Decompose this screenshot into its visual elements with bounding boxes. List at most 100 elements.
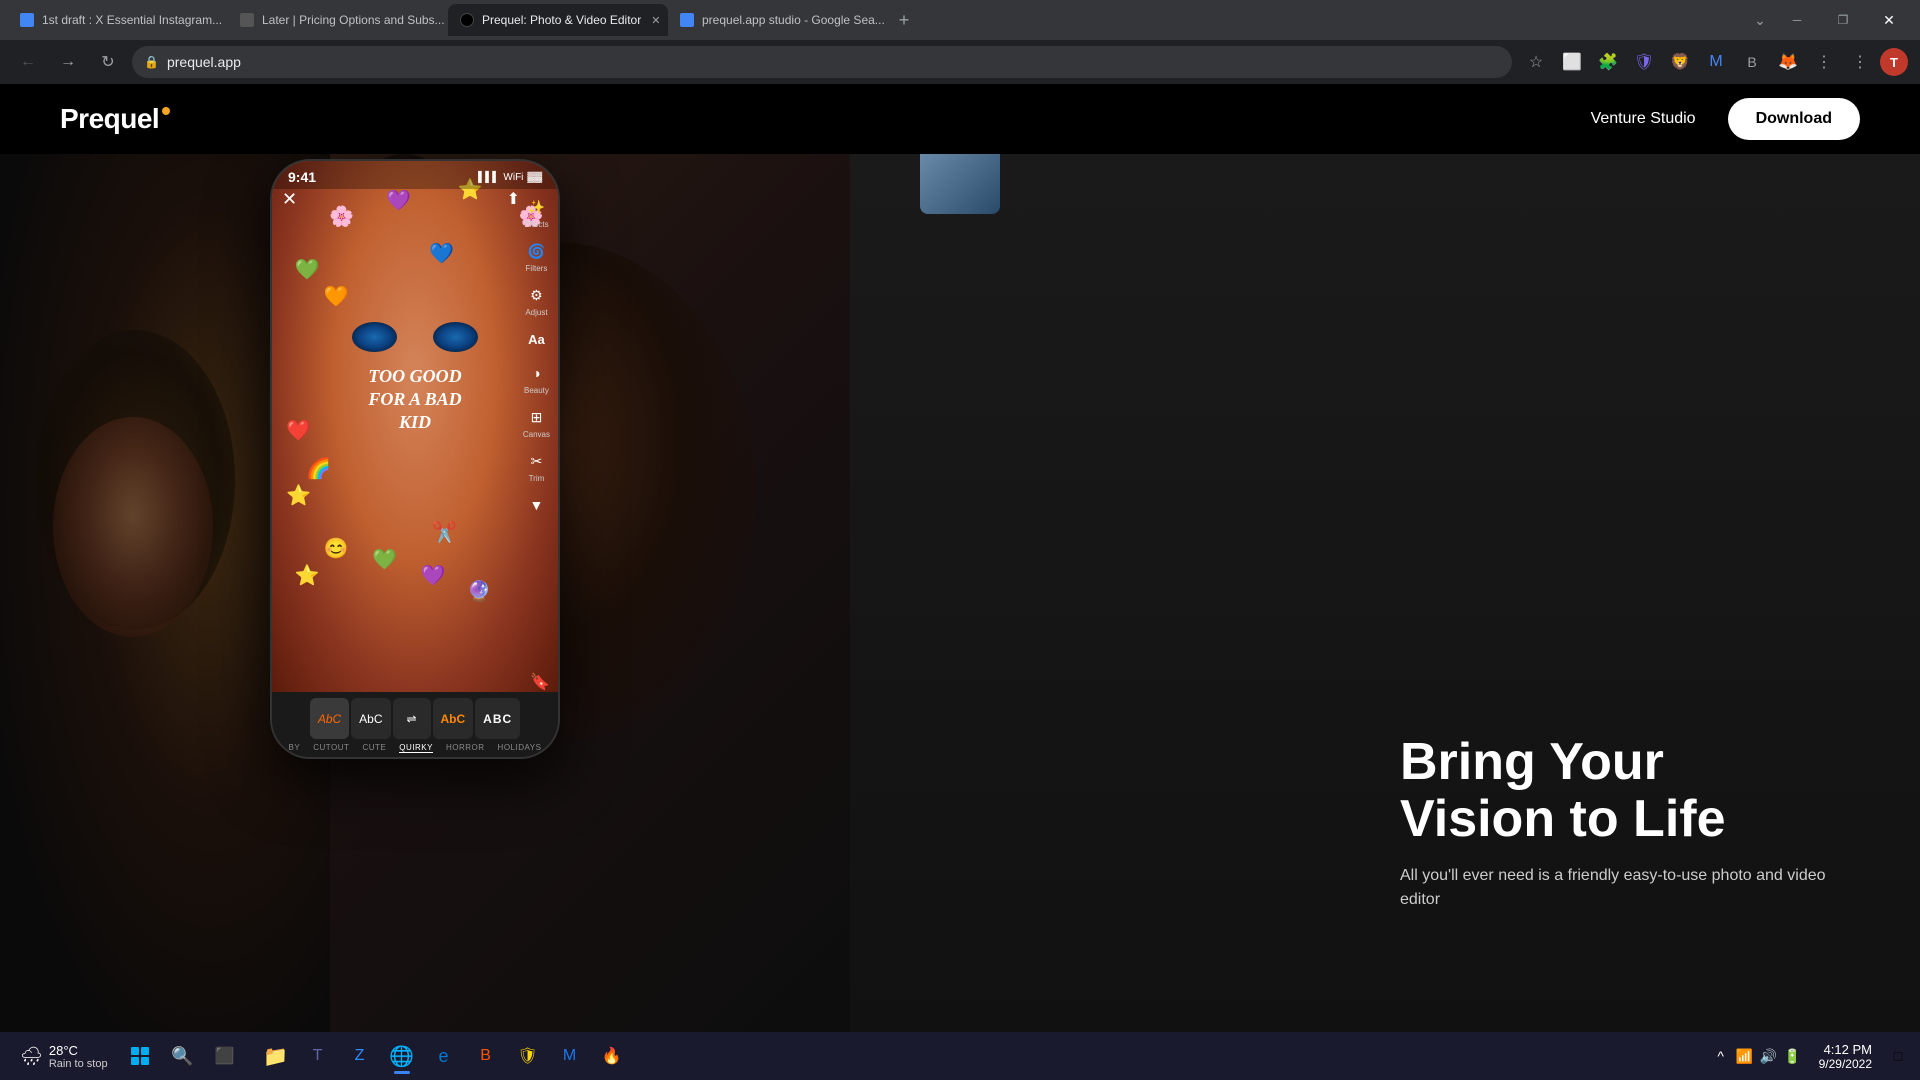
- ext-shield-button[interactable]: 🛡: [1628, 46, 1660, 78]
- phone-screen-close[interactable]: ✕: [282, 189, 297, 210]
- text-toolbar-item[interactable]: Aa: [520, 323, 552, 355]
- notification-icon[interactable]: □: [1888, 1046, 1908, 1066]
- style-label-horror[interactable]: HORROR: [446, 743, 485, 753]
- filters-toolbar-item[interactable]: 🌀 Filters: [520, 235, 552, 277]
- trim-toolbar-item[interactable]: ✂ Trim: [520, 445, 552, 487]
- text-tab-5[interactable]: ABC: [475, 698, 520, 739]
- ext-more-button[interactable]: ⋮: [1808, 46, 1840, 78]
- logo-dot: [162, 107, 170, 115]
- new-tab-button[interactable]: +: [888, 4, 920, 36]
- more-icon: ▼: [524, 493, 548, 517]
- weather-icon: 🌧: [20, 1046, 43, 1067]
- style-label-holidays[interactable]: HOLIDAYS: [498, 743, 542, 753]
- style-label-by[interactable]: BY: [289, 743, 301, 753]
- tray-battery-icon[interactable]: 🔋: [1783, 1046, 1803, 1066]
- reload-button[interactable]: ↻: [92, 46, 124, 78]
- adjust-toolbar-item[interactable]: ⚙ Adjust: [520, 279, 552, 321]
- teams-icon: T: [313, 1047, 323, 1065]
- restore-button[interactable]: ❐: [1820, 4, 1866, 36]
- signal-icon: ▌▌▌: [478, 172, 499, 183]
- forward-button[interactable]: →: [52, 46, 84, 78]
- tab-2[interactable]: Later | Pricing Options and Subs... ✕: [228, 4, 448, 36]
- prequel-logo[interactable]: Prequel: [60, 103, 170, 135]
- photo-text-overlay: TOO GOOD FOR A BAD KiD: [368, 365, 461, 435]
- beauty-toolbar-item[interactable]: ◑ Beauty: [520, 357, 553, 399]
- more-toolbar-item[interactable]: ▼: [520, 489, 552, 521]
- sticker-heart-green: 💚: [372, 547, 397, 572]
- sticker-smiley: 😊: [323, 536, 348, 561]
- sticker-heart-pink: 💜: [421, 563, 446, 588]
- style-label-cute[interactable]: CUTE: [362, 743, 386, 753]
- tab-1-label: 1st draft : X Essential Instagram...: [42, 13, 222, 27]
- hero-text-block: Bring Your Vision to Life All you'll eve…: [1400, 734, 1860, 912]
- text-tab-1[interactable]: AbC: [310, 698, 349, 739]
- style-labels: BY CUTOUT CUTE QUIRKY HORROR HOLIDAYS: [272, 743, 558, 757]
- taskbar-app-chrome[interactable]: 🌐: [382, 1036, 422, 1076]
- back-button[interactable]: ←: [12, 46, 44, 78]
- weather-widget[interactable]: 🌧 28°C Rain to stop: [12, 1043, 116, 1070]
- photo-text-line3: KiD: [368, 411, 461, 434]
- tab-3-close[interactable]: ✕: [649, 12, 662, 29]
- logo-cell-4: [141, 1057, 149, 1065]
- nav-bar: ← → ↻ 🔒 prequel.app ☆ ⬜ 🧩 🛡 🦁 M B 🦊 ⋮ ⋮ …: [0, 40, 1920, 84]
- taskview-button[interactable]: ⬛: [206, 1037, 244, 1075]
- canvas-toolbar-item[interactable]: ⊞ Canvas: [519, 401, 554, 443]
- ext-metamask-button[interactable]: 🦊: [1772, 46, 1804, 78]
- text-tab-4[interactable]: AbC: [433, 698, 474, 739]
- explorer-icon: 📁: [263, 1044, 288, 1069]
- ext-brave-button[interactable]: 🦁: [1664, 46, 1696, 78]
- taskbar-app-brave[interactable]: B: [466, 1036, 506, 1076]
- taskbar-app-norton[interactable]: 🛡: [508, 1036, 548, 1076]
- tab-bar: 1st draft : X Essential Instagram... ✕ L…: [0, 0, 1920, 40]
- windows-logo: [131, 1047, 149, 1065]
- ext-mail-button[interactable]: M: [1700, 46, 1732, 78]
- ext-brave2-button[interactable]: B: [1736, 46, 1768, 78]
- minimize-button[interactable]: ─: [1774, 4, 1820, 36]
- hero-section: 9:41 ▌▌▌ WiFi ▓▓ ✕ ⬆ TOO GOOD: [0, 154, 1920, 1032]
- sticker-1: 💜: [386, 188, 411, 213]
- phone-status-bar: 9:41 ▌▌▌ WiFi ▓▓: [272, 161, 558, 189]
- taskbar-search-button[interactable]: 🔍: [164, 1037, 202, 1075]
- settings-button[interactable]: ⋮: [1844, 46, 1876, 78]
- style-label-cutout[interactable]: CUTOUT: [313, 743, 349, 753]
- taskbar-app-zoom[interactable]: Z: [340, 1036, 380, 1076]
- tab-4[interactable]: prequel.app studio - Google Sea... ✕: [668, 4, 888, 36]
- phone-status-icons: ▌▌▌ WiFi ▓▓: [478, 172, 542, 183]
- taskbar-app-meta[interactable]: M: [550, 1036, 590, 1076]
- text-tab-3[interactable]: ⇌: [393, 698, 431, 739]
- weather-desc: Rain to stop: [49, 1058, 108, 1070]
- profile-button[interactable]: T: [1880, 48, 1908, 76]
- tray-chevron[interactable]: ^: [1711, 1046, 1731, 1066]
- beauty-icon: ◑: [524, 361, 548, 385]
- download-button[interactable]: Download: [1728, 98, 1860, 140]
- style-label-quirky[interactable]: QUIRKY: [399, 743, 433, 753]
- photo-text-line1: TOO GOOD: [368, 365, 461, 388]
- misc-icon: 🔥: [602, 1046, 622, 1066]
- phone-time: 9:41: [288, 169, 316, 185]
- system-clock[interactable]: 4:12 PM 9/29/2022: [1811, 1042, 1880, 1071]
- venture-studio-link[interactable]: Venture Studio: [1591, 110, 1696, 128]
- start-button[interactable]: [120, 1036, 160, 1076]
- taskbar-app-teams[interactable]: T: [298, 1036, 338, 1076]
- address-bar[interactable]: 🔒 prequel.app: [132, 46, 1512, 78]
- tab-1[interactable]: 1st draft : X Essential Instagram... ✕: [8, 4, 228, 36]
- sticker-rainbow: 🌈: [306, 456, 331, 481]
- tab-list-button[interactable]: ⌄: [1746, 6, 1774, 34]
- effects-toolbar-item[interactable]: ✨ Effects: [520, 191, 552, 233]
- tab-3[interactable]: Prequel: Photo & Video Editor ✕: [448, 4, 668, 36]
- tray-wifi-icon[interactable]: 📶: [1735, 1046, 1755, 1066]
- bookmark-star-button[interactable]: ☆: [1520, 46, 1552, 78]
- taskbar-app-misc[interactable]: 🔥: [592, 1036, 632, 1076]
- cast-button[interactable]: ⬜: [1556, 46, 1588, 78]
- taskbar-app-edge[interactable]: e: [424, 1036, 464, 1076]
- taskbar-app-explorer[interactable]: 📁: [256, 1036, 296, 1076]
- tray-volume-icon[interactable]: 🔊: [1759, 1046, 1779, 1066]
- text-tab-2[interactable]: AbC: [351, 698, 390, 739]
- logo-cell-1: [131, 1047, 139, 1055]
- bookmark-icon[interactable]: 🔖: [530, 672, 550, 692]
- text-icon: Aa: [524, 327, 548, 351]
- chrome-icon: 🌐: [389, 1044, 414, 1069]
- close-button[interactable]: ✕: [1866, 4, 1912, 36]
- extensions-button[interactable]: 🧩: [1592, 46, 1624, 78]
- browser-chrome: 1st draft : X Essential Instagram... ✕ L…: [0, 0, 1920, 84]
